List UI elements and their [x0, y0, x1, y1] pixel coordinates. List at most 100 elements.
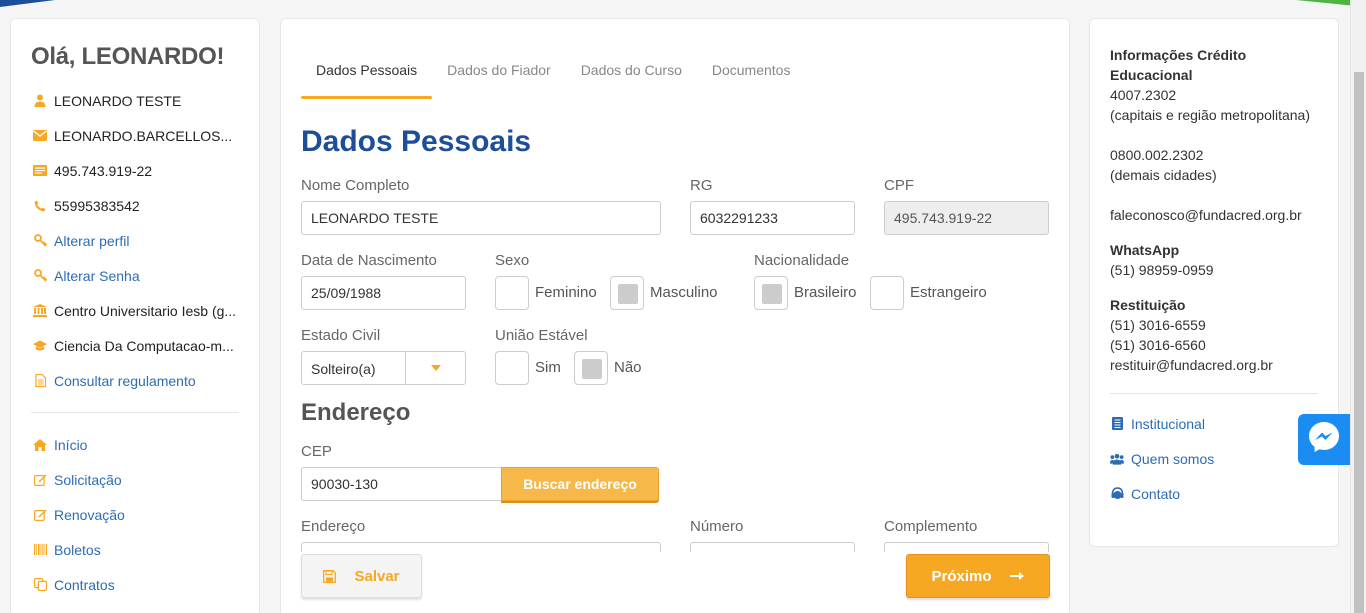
barcode-icon: [33, 543, 47, 557]
messenger-icon: [1307, 420, 1341, 459]
estrangeiro-checkbox[interactable]: [870, 276, 904, 310]
contact-email: faleconosco@fundacred.org.br: [1110, 207, 1302, 223]
save-button[interactable]: Salvar: [301, 554, 422, 598]
institucional-link[interactable]: Institucional: [1110, 406, 1318, 441]
user-sidebar: Olá, LEONARDO! LEONARDO TESTE LEONARDO.B…: [10, 18, 260, 613]
key-icon: [33, 234, 47, 248]
nao-checkbox[interactable]: [574, 351, 608, 385]
feminino-label: Feminino: [535, 284, 597, 301]
contato-link[interactable]: Contato: [1110, 476, 1318, 511]
endereco-title: Endereço: [301, 399, 411, 426]
tab-documentos[interactable]: Documentos: [697, 59, 806, 98]
institution: Centro Universitario Iesb (g...: [31, 293, 239, 328]
whatsapp-title: WhatsApp: [1110, 242, 1180, 258]
credit-title: Informações Crédito Educacional: [1110, 47, 1247, 83]
cep-input[interactable]: [301, 467, 502, 501]
greeting: Olá, LEONARDO!: [31, 43, 225, 70]
alterar-perfil-link[interactable]: Alterar perfil: [31, 223, 239, 258]
arrow-right-icon: [1009, 571, 1025, 581]
nome-input[interactable]: [301, 201, 661, 235]
tab-dados-fiador[interactable]: Dados do Fiador: [432, 59, 566, 98]
edit-icon: [33, 473, 47, 487]
quem-somos-link[interactable]: Quem somos: [1110, 441, 1318, 476]
brasileiro-label: Brasileiro: [794, 284, 857, 301]
nav-solicitacao[interactable]: Solicitação: [31, 462, 239, 497]
buscar-endereco-button[interactable]: Buscar endereço: [501, 467, 659, 501]
scrollbar-thumb[interactable]: [1354, 72, 1364, 613]
alterar-senha-link[interactable]: Alterar Senha: [31, 258, 239, 293]
cep-label: CEP: [301, 443, 332, 460]
next-button[interactable]: Próximo: [906, 554, 1050, 598]
tab-dados-pessoais[interactable]: Dados Pessoais: [301, 59, 433, 99]
nao-label: Não: [614, 359, 642, 376]
endereco-input[interactable]: [301, 542, 661, 552]
users-icon: [1110, 452, 1124, 466]
cpf-label: CPF: [884, 177, 914, 194]
consultar-regulamento-link[interactable]: Consultar regulamento: [31, 363, 239, 398]
numero-input[interactable]: [690, 542, 855, 552]
phone-icon: [33, 199, 47, 213]
copy-icon: [33, 578, 47, 592]
page-title: Dados Pessoais: [301, 125, 532, 158]
masculino-label: Masculino: [650, 284, 718, 301]
estado-civil-select[interactable]: Solteiro(a): [301, 351, 466, 385]
user-phone: 55995383542: [31, 188, 239, 223]
feminino-checkbox[interactable]: [495, 276, 529, 310]
restituicao-title: Restituição: [1110, 297, 1186, 313]
sim-checkbox[interactable]: [495, 351, 529, 385]
credit-phone-note: (capitais e região metropolitana): [1110, 107, 1310, 123]
vertical-scrollbar[interactable]: [1350, 0, 1366, 613]
estado-civil-label: Estado Civil: [301, 327, 381, 344]
nav-renovacao[interactable]: Renovação: [31, 497, 239, 532]
brasileiro-checkbox[interactable]: [754, 276, 788, 310]
course: Ciencia Da Computacao-m...: [31, 328, 239, 363]
credit-phone-2: 0800.002.2302: [1110, 147, 1204, 163]
credit-phone: 4007.2302: [1110, 87, 1177, 103]
estrangeiro-label: Estrangeiro: [910, 284, 987, 301]
id-card-icon: [33, 164, 47, 178]
restituicao-phone-1: (51) 3016-6559: [1110, 317, 1206, 333]
complemento-label: Complemento: [884, 518, 978, 535]
masculino-checkbox[interactable]: [610, 276, 644, 310]
sidebar-divider: [31, 412, 239, 413]
tab-dados-curso[interactable]: Dados do Curso: [566, 59, 697, 98]
nav-inicio[interactable]: Início: [31, 427, 239, 462]
university-icon: [33, 304, 47, 318]
key-icon: [33, 269, 47, 283]
corner-decoration-left: [0, 0, 55, 7]
user-cpf: 495.743.919-22: [31, 153, 239, 188]
user-email: LEONARDO.BARCELLOS...: [31, 118, 239, 153]
whatsapp-number: (51) 98959-0959: [1110, 262, 1214, 278]
restituicao-email: restituir@fundacred.org.br: [1110, 357, 1273, 373]
uniao-estavel-label: União Estável: [495, 327, 588, 344]
form-tabs: Dados Pessoais Dados do Fiador Dados do …: [301, 59, 806, 99]
user-name: LEONARDO TESTE: [31, 83, 239, 118]
home-icon: [33, 438, 47, 452]
edit-icon: [33, 508, 47, 522]
building-icon: [1110, 417, 1124, 431]
nascimento-label: Data de Nascimento: [301, 252, 437, 269]
credit-phone-2-note: (demais cidades): [1110, 167, 1217, 183]
envelope-icon: [33, 129, 47, 143]
restituicao-phone-2: (51) 3016-6560: [1110, 337, 1206, 353]
graduation-cap-icon: [33, 339, 47, 353]
nav-boletos[interactable]: Boletos: [31, 532, 239, 567]
sexo-label: Sexo: [495, 252, 530, 269]
info-panel: Informações Crédito Educacional 4007.230…: [1089, 18, 1339, 547]
nav-contratos[interactable]: Contratos: [31, 567, 239, 602]
headset-icon: [1110, 487, 1124, 501]
nacionalidade-label: Nacionalidade: [754, 252, 850, 269]
complemento-input[interactable]: [884, 542, 1049, 552]
floppy-disk-icon: [323, 569, 337, 583]
nascimento-input[interactable]: [301, 276, 466, 310]
main-form-panel: Dados Pessoais Dados do Fiador Dados do …: [280, 18, 1070, 613]
rg-label: RG: [690, 177, 713, 194]
nome-label: Nome Completo: [301, 177, 410, 194]
info-divider: [1110, 393, 1318, 394]
cpf-input: [884, 201, 1049, 235]
numero-label: Número: [690, 518, 744, 535]
endereco-label: Endereço: [301, 518, 366, 535]
messenger-chat-button[interactable]: [1298, 414, 1350, 465]
document-icon: [33, 374, 47, 388]
rg-input[interactable]: [690, 201, 855, 235]
